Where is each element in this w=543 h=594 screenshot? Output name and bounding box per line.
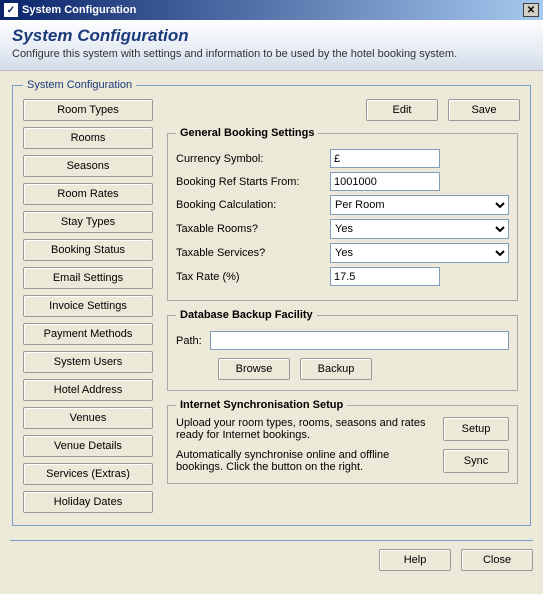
backup-path-label: Path: [176,335,202,347]
booking-calc-select[interactable]: Per Room [330,195,509,215]
content: System Configuration Room Types Rooms Se… [0,71,543,534]
nav-payment-methods[interactable]: Payment Methods [23,323,153,345]
nav-hotel-address[interactable]: Hotel Address [23,379,153,401]
nav-invoice-settings[interactable]: Invoice Settings [23,295,153,317]
taxable-services-label: Taxable Services? [176,247,324,259]
nav-venue-details[interactable]: Venue Details [23,435,153,457]
nav-venues[interactable]: Venues [23,407,153,429]
nav-seasons[interactable]: Seasons [23,155,153,177]
sync-legend: Internet Synchronisation Setup [176,399,347,411]
backup-legend: Database Backup Facility [176,309,317,321]
tax-rate-input[interactable] [330,267,440,286]
bottom-bar: Help Close [10,540,533,571]
currency-input[interactable] [330,149,440,168]
right-panel: Edit Save General Booking Settings Curre… [165,99,520,513]
taxable-services-select[interactable]: Yes [330,243,509,263]
titlebar: ✓ System Configuration ✕ [0,0,543,20]
save-button[interactable]: Save [448,99,520,121]
top-actions: Edit Save [165,99,520,121]
general-settings-fieldset: General Booking Settings Currency Symbol… [167,127,518,301]
nav-holiday-dates[interactable]: Holiday Dates [23,491,153,513]
system-config-fieldset: System Configuration Room Types Rooms Se… [12,79,531,526]
nav-room-types[interactable]: Room Types [23,99,153,121]
nav-sidebar: Room Types Rooms Seasons Room Rates Stay… [23,99,153,513]
currency-label: Currency Symbol: [176,153,324,165]
sync-button[interactable]: Sync [443,449,509,473]
booking-calc-label: Booking Calculation: [176,199,324,211]
booking-ref-label: Booking Ref Starts From: [176,176,324,188]
edit-button[interactable]: Edit [366,99,438,121]
backup-fieldset: Database Backup Facility Path: Browse Ba… [167,309,518,391]
sync-fieldset: Internet Synchronisation Setup Upload yo… [167,399,518,484]
page-subtitle: Configure this system with settings and … [12,48,531,60]
system-config-legend: System Configuration [23,79,136,91]
browse-button[interactable]: Browse [218,358,290,380]
window-title: System Configuration [22,4,136,16]
taxable-rooms-select[interactable]: Yes [330,219,509,239]
close-button[interactable]: Close [461,549,533,571]
tax-rate-label: Tax Rate (%) [176,271,324,283]
setup-button[interactable]: Setup [443,417,509,441]
page-title: System Configuration [12,26,531,46]
close-icon[interactable]: ✕ [523,3,539,17]
header: System Configuration Configure this syst… [0,20,543,71]
nav-services-extras[interactable]: Services (Extras) [23,463,153,485]
help-button[interactable]: Help [379,549,451,571]
app-icon: ✓ [4,3,18,17]
nav-booking-status[interactable]: Booking Status [23,239,153,261]
nav-stay-types[interactable]: Stay Types [23,211,153,233]
nav-system-users[interactable]: System Users [23,351,153,373]
general-settings-legend: General Booking Settings [176,127,318,139]
sync-setup-text: Upload your room types, rooms, seasons a… [176,417,433,441]
nav-email-settings[interactable]: Email Settings [23,267,153,289]
nav-rooms[interactable]: Rooms [23,127,153,149]
sync-sync-text: Automatically synchronise online and off… [176,449,433,473]
nav-room-rates[interactable]: Room Rates [23,183,153,205]
backup-button[interactable]: Backup [300,358,372,380]
backup-path-input[interactable] [210,331,509,350]
booking-ref-input[interactable] [330,172,440,191]
taxable-rooms-label: Taxable Rooms? [176,223,324,235]
